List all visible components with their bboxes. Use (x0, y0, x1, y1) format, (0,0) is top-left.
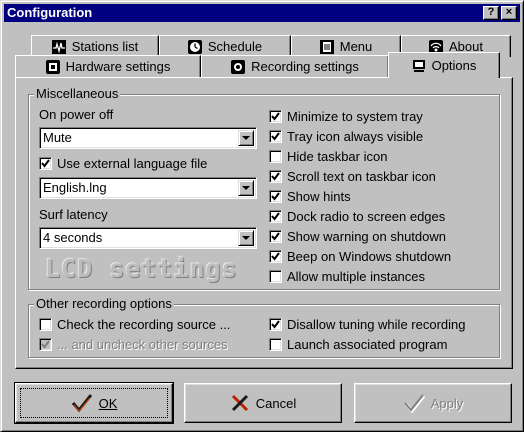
tab-label: Recording settings (251, 59, 359, 74)
show-hints-checkbox[interactable]: Show hints (269, 189, 351, 204)
tab-hardware-settings[interactable]: Hardware settings (15, 55, 201, 77)
checkbox-label: Show hints (287, 189, 351, 204)
checkbox-label: Tray icon always visible (287, 129, 424, 144)
misc-group-title: Miscellaneous (34, 86, 121, 102)
checkbox-label: Scroll text on taskbar icon (287, 169, 436, 184)
chevron-down-icon[interactable] (238, 180, 254, 196)
tab-stations-list[interactable]: Stations list (31, 35, 159, 57)
tab-label: Options (431, 58, 477, 73)
apply-label: Apply (430, 395, 464, 411)
misc-groupbox: Miscellaneous On power off Mute Use exte… (28, 86, 500, 290)
focus-rect (20, 388, 168, 418)
tab-menu[interactable]: Menu (291, 35, 401, 57)
checkbox-label: Beep on Windows shutdown (287, 249, 452, 264)
language-select[interactable]: English.lng (39, 177, 257, 199)
checkbox-box[interactable] (269, 170, 282, 183)
checkbox-label: Minimize to system tray (287, 109, 423, 124)
checkbox-label: ... and uncheck other sources (57, 337, 228, 352)
checkbox-box[interactable] (269, 338, 282, 351)
surf-latency-label: Surf latency (39, 207, 108, 222)
tab-schedule[interactable]: Schedule (159, 35, 291, 57)
disallow-tuning-checkbox[interactable]: Disallow tuning while recording (269, 317, 465, 332)
checkbox-label: Check the recording source ... (57, 317, 231, 332)
check-source-checkbox[interactable]: Check the recording source ... (39, 317, 230, 332)
dock-radio-checkbox[interactable]: Dock radio to screen edges (269, 209, 445, 224)
checkbox-label: Hide taskbar icon (287, 149, 388, 164)
checkbox-box[interactable] (269, 230, 282, 243)
checkbox-box (39, 338, 52, 351)
hide-taskbar-icon-checkbox[interactable]: Hide taskbar icon (269, 149, 387, 164)
beep-on-shutdown-checkbox[interactable]: Beep on Windows shutdown (269, 249, 451, 264)
tab-options[interactable]: Options (388, 52, 500, 78)
tab-label: Hardware settings (65, 59, 171, 74)
monitor-icon (412, 59, 426, 73)
tab-label: Menu (339, 39, 373, 54)
window-title: Configuration (7, 5, 93, 20)
warning-on-shutdown-checkbox[interactable]: Show warning on shutdown (269, 229, 446, 244)
multiple-instances-checkbox[interactable]: Allow multiple instances (269, 269, 425, 284)
chevron-down-icon[interactable] (238, 130, 254, 146)
help-button[interactable]: ? (483, 6, 499, 20)
use-language-checkbox[interactable]: Use external language file (39, 156, 207, 171)
pulse-icon (51, 39, 66, 54)
language-value: English.lng (43, 180, 107, 195)
power-off-value: Mute (43, 130, 72, 145)
recording-group-title: Other recording options (34, 296, 174, 312)
checkmark-icon (403, 393, 425, 413)
checkbox-label: Dock radio to screen edges (287, 209, 446, 224)
checkbox-box[interactable] (269, 210, 282, 223)
ok-button[interactable]: OK (14, 382, 174, 424)
checkbox-box[interactable] (269, 250, 282, 263)
scroll-text-checkbox[interactable]: Scroll text on taskbar icon (269, 169, 436, 184)
cross-icon (230, 393, 250, 413)
checkbox-box[interactable] (269, 318, 282, 331)
options-panel: Miscellaneous On power off Mute Use exte… (15, 77, 513, 369)
checkbox-box[interactable] (269, 130, 282, 143)
surf-latency-value: 4 seconds (43, 230, 103, 245)
cancel-button[interactable]: Cancel (184, 383, 342, 423)
use-language-label: Use external language file (57, 156, 208, 171)
hardware-icon (45, 59, 60, 74)
checkbox-label: Launch associated program (287, 337, 448, 352)
launch-program-checkbox[interactable]: Launch associated program (269, 337, 447, 352)
chevron-down-icon[interactable] (238, 230, 254, 246)
clock-icon (187, 39, 202, 54)
apply-button[interactable]: Apply (354, 383, 512, 423)
tab-recording-settings[interactable]: Recording settings (201, 55, 389, 77)
configuration-window: Configuration ? × Stations list Schedule… (0, 0, 524, 432)
title-bar[interactable]: Configuration ? × (4, 4, 520, 22)
menu-icon (319, 39, 334, 54)
checkbox-box[interactable] (39, 157, 52, 170)
minimize-to-tray-checkbox[interactable]: Minimize to system tray (269, 109, 423, 124)
surf-latency-select[interactable]: 4 seconds (39, 227, 257, 249)
close-button[interactable]: × (501, 6, 517, 20)
lcd-settings-button[interactable]: LCD settings (45, 255, 238, 283)
checkbox-label: Allow multiple instances (287, 269, 426, 284)
tray-icon-visible-checkbox[interactable]: Tray icon always visible (269, 129, 423, 144)
power-off-label: On power off (39, 107, 114, 122)
power-off-select[interactable]: Mute (39, 127, 257, 149)
checkbox-box[interactable] (269, 190, 282, 203)
cancel-label: Cancel (255, 395, 297, 411)
uncheck-other-checkbox: ... and uncheck other sources (39, 337, 228, 352)
checkbox-box[interactable] (269, 110, 282, 123)
recording-groupbox: Other recording options Check the record… (28, 296, 500, 358)
checkbox-box[interactable] (269, 270, 282, 283)
checkbox-box[interactable] (39, 318, 52, 331)
record-icon (231, 59, 246, 74)
checkbox-label: Show warning on shutdown (287, 229, 446, 244)
checkbox-label: Disallow tuning while recording (287, 317, 466, 332)
tab-label: Stations list (71, 39, 139, 54)
tab-label: Schedule (207, 39, 263, 54)
checkbox-box[interactable] (269, 150, 282, 163)
